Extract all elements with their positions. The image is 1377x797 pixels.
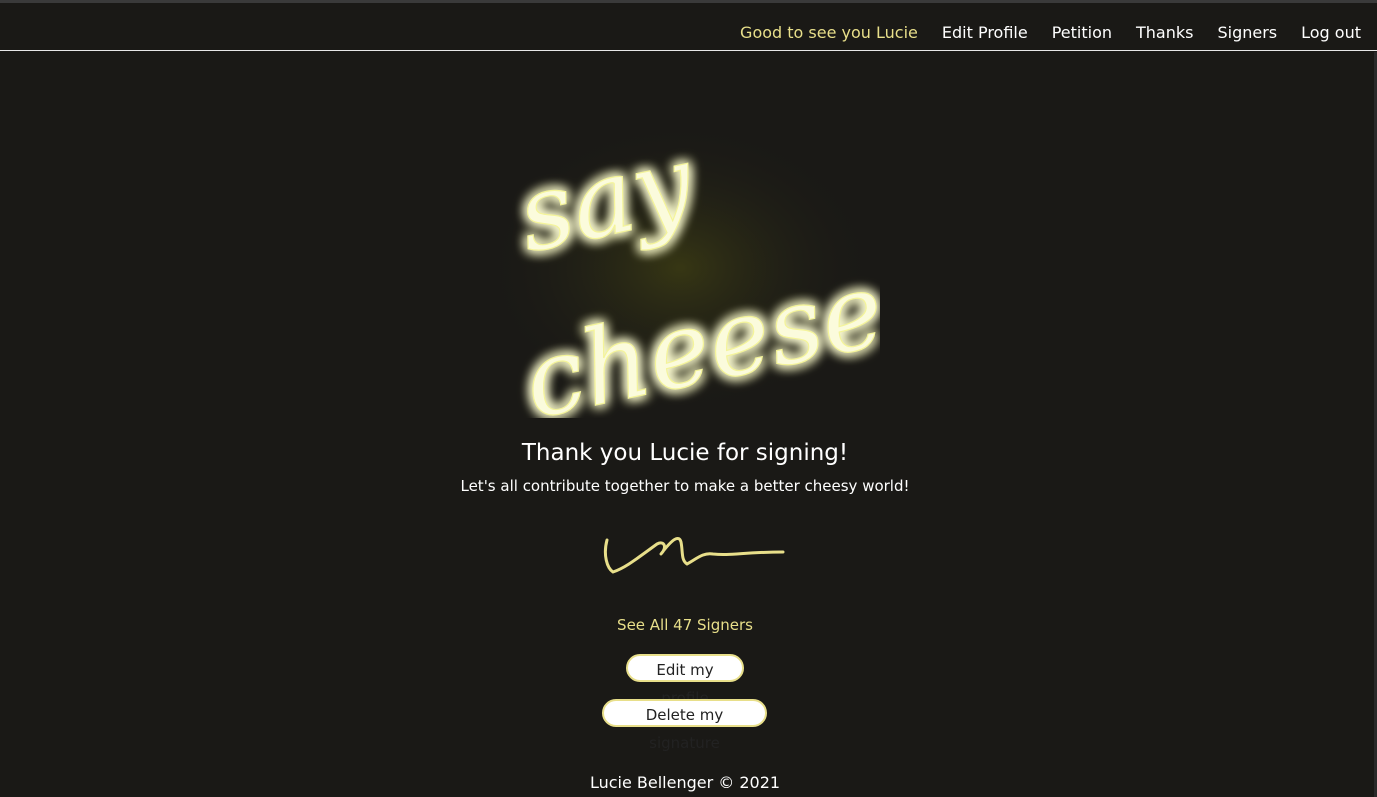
nav-petition[interactable]: Petition: [1052, 23, 1112, 42]
nav-edit-profile[interactable]: Edit Profile: [942, 23, 1028, 42]
say-cheese-neon-image: say cheese: [480, 118, 880, 418]
nav-log-out[interactable]: Log out: [1301, 23, 1361, 42]
thanks-subtitle: Let's all contribute together to make a …: [460, 477, 910, 495]
signature-image: [603, 537, 785, 574]
nav-signers[interactable]: Signers: [1217, 23, 1277, 42]
navbar: Good to see you Lucie Edit Profile Petit…: [0, 3, 1377, 51]
footer-copyright: Lucie Bellenger © 2021: [589, 773, 781, 792]
delete-signature-button[interactable]: Delete my signature: [602, 699, 767, 752]
thanks-title: Thank you Lucie for signing!: [521, 440, 849, 466]
nav-thanks[interactable]: Thanks: [1136, 23, 1193, 42]
edit-profile-button[interactable]: Edit my profile: [626, 654, 744, 707]
nav-list: Good to see you Lucie Edit Profile Petit…: [740, 23, 1361, 42]
see-all-signers-link[interactable]: See All 47 Signers: [0, 616, 1370, 634]
nav-greeting: Good to see you Lucie: [740, 23, 918, 42]
